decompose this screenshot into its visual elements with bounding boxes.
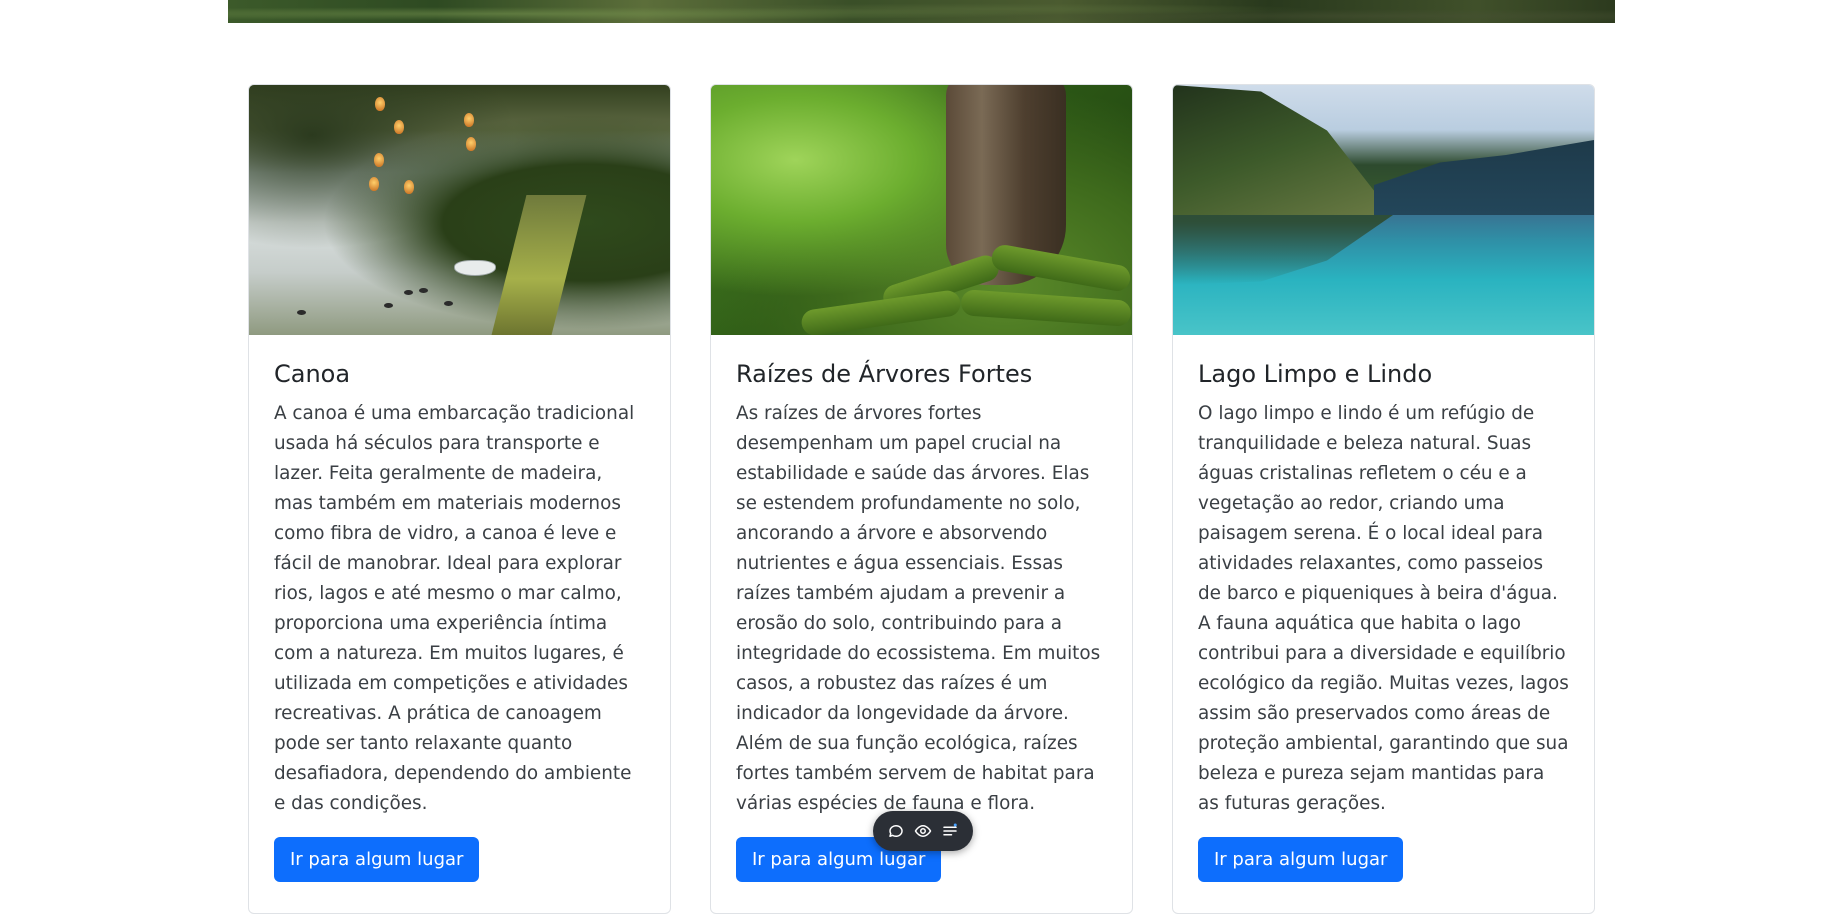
menu-icon[interactable] xyxy=(941,822,959,840)
card-image-lake xyxy=(1173,85,1594,335)
card-text: A canoa é uma embarcação tradicional usa… xyxy=(274,403,635,814)
comment-icon[interactable] xyxy=(887,822,905,840)
card-text: As raízes de árvores fortes desempenham … xyxy=(736,403,1101,814)
card-raizes: Raízes de Árvores Fortes As raízes de ár… xyxy=(710,84,1133,914)
card-title: Canoa xyxy=(274,360,351,388)
go-somewhere-button[interactable]: Ir para algum lugar xyxy=(274,837,480,882)
card-text: O lago limpo e lindo é um refúgio de tra… xyxy=(1198,403,1569,814)
card-image-roots xyxy=(711,85,1132,335)
card-lago: Lago Limpo e Lindo O lago limpo e lindo … xyxy=(1172,84,1595,914)
floating-toolbar xyxy=(873,811,973,851)
card-canoa: Canoa A canoa é uma embarcação tradicion… xyxy=(248,84,671,914)
card-title: Raízes de Árvores Fortes xyxy=(736,360,1033,388)
card-title: Lago Limpo e Lindo xyxy=(1198,360,1433,388)
go-somewhere-button[interactable]: Ir para algum lugar xyxy=(1198,837,1404,882)
hero-image xyxy=(228,0,1615,23)
eye-icon[interactable] xyxy=(914,822,932,840)
card-image-canoa xyxy=(249,85,670,335)
